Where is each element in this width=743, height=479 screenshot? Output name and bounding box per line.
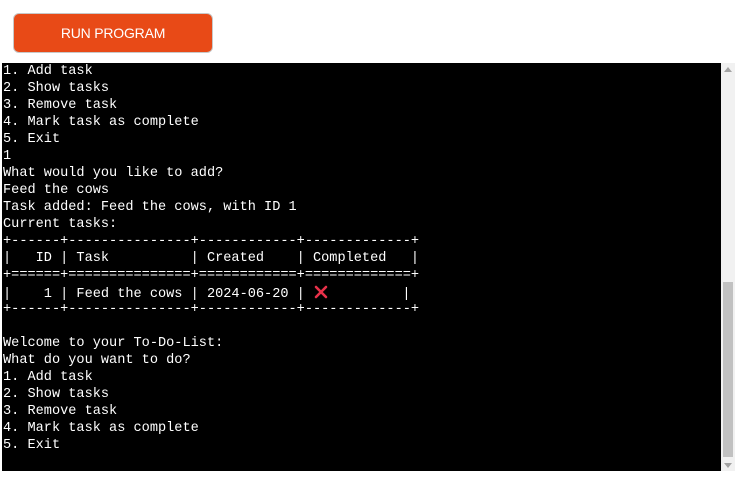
table-border-line: +------+---------------+------------+---… [3,302,420,317]
terminal-line: 1. Add task [3,64,93,79]
run-program-button[interactable]: RUN PROGRAM [13,13,213,53]
cross-mark-icon [314,285,328,299]
terminal-output[interactable]: 1. Add task 2. Show tasks 3. Remove task… [2,63,720,471]
terminal-scrollbar[interactable] [721,63,735,471]
page: RUN PROGRAM 1. Add task 2. Show tasks 3.… [0,0,743,479]
terminal-line: 2. Show tasks [3,81,110,96]
terminal-line: 2. Show tasks [3,387,110,402]
terminal-line: 3. Remove task [3,404,118,419]
table-border-line: +------+---------------+------------+---… [3,234,420,249]
table-row-tail: | [329,287,411,302]
terminal-line: 5. Exit [3,132,61,147]
terminal-line: What do you want to do? [3,353,191,368]
terminal-line: Feed the cows [3,183,110,198]
terminal-window[interactable]: 1. Add task 2. Show tasks 3. Remove task… [2,63,735,471]
table-row-text: | 1 | Feed the cows | 2024-06-20 | [3,287,313,302]
terminal-line: 1 [3,149,12,164]
scroll-up-arrow-icon[interactable] [724,67,732,72]
terminal-line: 5. Exit [3,438,61,453]
table-header-line: | ID | Task | Created | Completed | [3,251,420,266]
scrollbar-thumb[interactable] [723,282,733,457]
terminal-line: Current tasks: [3,217,118,232]
terminal-line: Task added: Feed the cows, with ID 1 [3,200,297,215]
terminal-line: 1. Add task [3,370,93,385]
scroll-down-arrow-icon[interactable] [724,463,732,468]
terminal-line: 4. Mark task as complete [3,421,199,436]
table-border-line: +======+===============+============+===… [3,268,420,283]
table-row: | 1 | Feed the cows | 2024-06-20 | | [3,284,720,302]
terminal-line: 4. Mark task as complete [3,115,199,130]
terminal-line: What would you like to add? [3,166,224,181]
terminal-line: Welcome to your To-Do-List: [3,336,224,351]
terminal-line: 3. Remove task [3,98,118,113]
